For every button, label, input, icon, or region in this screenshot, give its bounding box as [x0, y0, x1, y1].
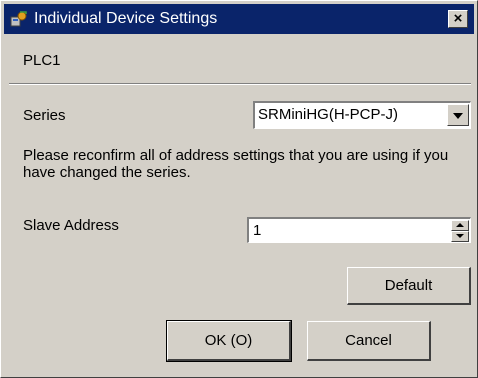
series-value: SRMiniHG(H-PCP-J): [258, 106, 398, 123]
cancel-button[interactable]: Cancel: [307, 321, 431, 361]
series-dropdown[interactable]: SRMiniHG(H-PCP-J): [253, 101, 471, 129]
slave-address-label: Slave Address: [23, 217, 119, 234]
series-label: Series: [23, 107, 66, 124]
default-button[interactable]: Default: [347, 267, 471, 305]
close-button[interactable]: ×: [448, 10, 468, 28]
series-change-message: Please reconfirm all of address settings…: [23, 147, 449, 181]
window-title: Individual Device Settings: [34, 10, 218, 27]
spinner-buttons: [451, 220, 469, 242]
device-settings-icon: [10, 10, 28, 28]
device-name: PLC1: [23, 52, 61, 69]
spin-up-icon[interactable]: [451, 220, 469, 231]
divider: [9, 83, 471, 85]
title-bar[interactable]: Individual Device Settings ×: [4, 4, 474, 34]
dialog-window: Individual Device Settings × PLC1 Series…: [0, 0, 478, 378]
chevron-down-icon[interactable]: [447, 104, 469, 126]
slave-address-value: 1: [253, 222, 262, 239]
ok-button[interactable]: OK (O): [166, 320, 292, 362]
slave-address-field[interactable]: 1: [247, 217, 471, 243]
spin-down-icon[interactable]: [451, 231, 469, 242]
